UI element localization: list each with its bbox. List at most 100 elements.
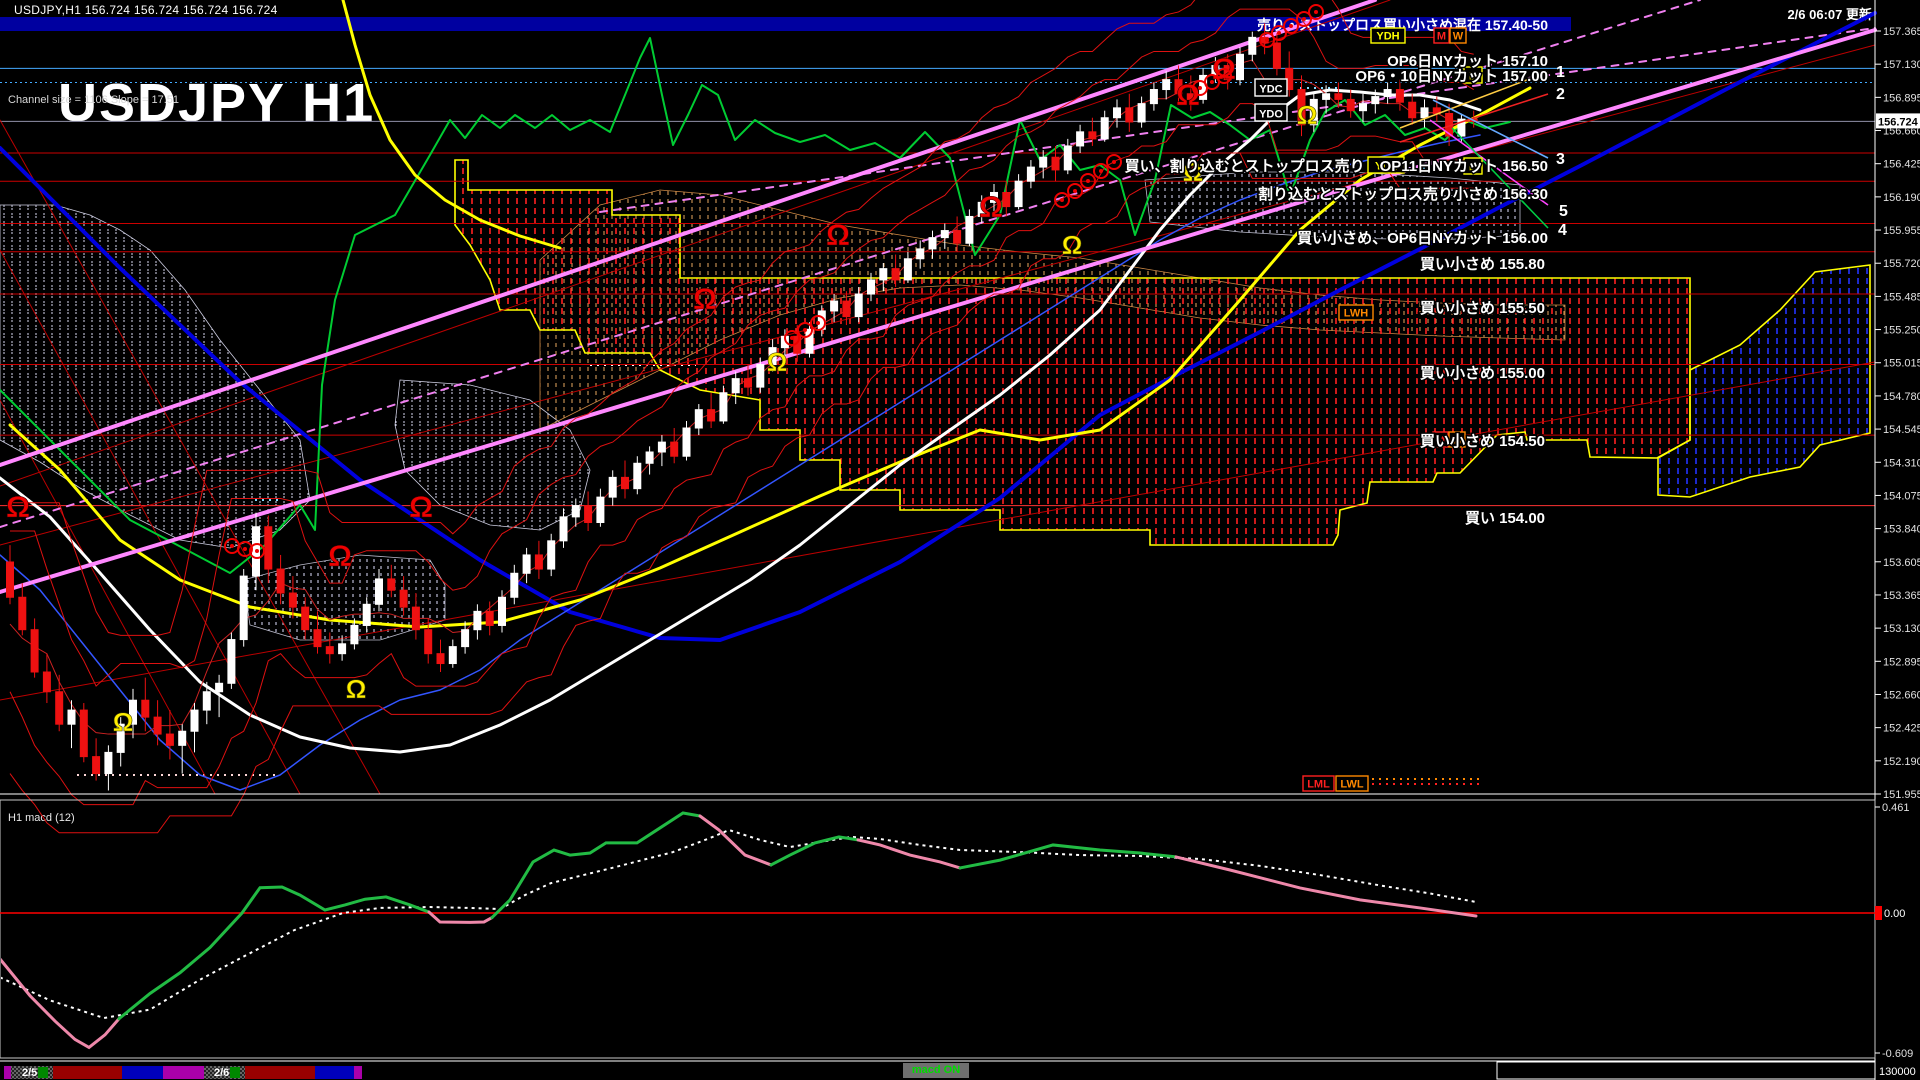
candle [523, 555, 530, 573]
svg-text:LML: LML [1307, 779, 1330, 791]
candle [535, 555, 542, 569]
candle [449, 647, 456, 664]
axis-price-label: 152.425 [1883, 723, 1920, 735]
candle [695, 410, 702, 428]
axis-price-label: 154.075 [1883, 490, 1920, 502]
candle [142, 700, 149, 717]
candle [1372, 97, 1379, 104]
buy-omega-icon: Ω [767, 347, 788, 377]
candle [1396, 90, 1403, 103]
axis-price-label: 155.955 [1883, 225, 1920, 237]
order-annotation: 買い小さめ 155.00 [1420, 365, 1545, 382]
candle [1409, 102, 1416, 118]
candle [1040, 157, 1047, 167]
candle [425, 630, 432, 654]
line-number-label: 1 [1556, 64, 1565, 81]
order-annotation: 買い小さめ 155.50 [1420, 300, 1545, 317]
candle [277, 569, 284, 593]
order-annotation: 買い小さめ 155.80 [1420, 256, 1545, 273]
candle [1335, 94, 1342, 100]
line-number-label: 4 [1558, 222, 1567, 239]
order-annotation: OP6・10日NYカット 157.00 [1355, 68, 1548, 85]
line-number-label: 3 [1556, 151, 1565, 168]
axis-price-label: 151.955 [1883, 789, 1920, 801]
candle [326, 647, 333, 654]
buy-omega-icon: Ω [346, 674, 367, 704]
candle [1015, 181, 1022, 206]
axis-price-label: 156.425 [1883, 159, 1920, 171]
candle [597, 497, 604, 522]
candle [400, 590, 407, 607]
macd-signal-line [0, 830, 1476, 1018]
candle [412, 607, 419, 630]
candle [1003, 192, 1010, 206]
svg-text:YDH: YDH [1376, 31, 1399, 43]
line-number-label: 2 [1556, 86, 1565, 103]
candle [966, 216, 973, 243]
svg-text:LWL: LWL [1340, 779, 1363, 791]
candle [1089, 132, 1096, 139]
candle [843, 301, 850, 317]
candle [1360, 104, 1367, 111]
sell-omega-icon: Ω [826, 219, 850, 252]
svg-text:YDC: YDC [1259, 84, 1282, 96]
svg-text:YDO: YDO [1259, 109, 1283, 121]
candle [43, 672, 50, 692]
session-segment [4, 1066, 11, 1079]
candle [1064, 146, 1071, 170]
candle [560, 517, 567, 541]
axis-price-label: 153.130 [1883, 623, 1920, 635]
sell-omega-icon: Ω [1176, 79, 1200, 112]
candle [1101, 118, 1108, 139]
candle [880, 269, 887, 280]
candle [1052, 157, 1059, 170]
order-annotation: 買い、割り込むとストップロス売り OP11日NYカット 156.50 [1125, 157, 1548, 175]
bottom-timeline-bar[interactable]: 2/52/6 [0, 1061, 1875, 1079]
candle [1163, 80, 1170, 90]
candle [376, 579, 383, 604]
day-separator-label: 2/5 [22, 1067, 37, 1079]
candle [708, 410, 715, 421]
candle [917, 249, 924, 259]
macd-main-line [119, 887, 429, 1019]
session-segment [354, 1066, 362, 1079]
axis-price-label: 155.250 [1883, 325, 1920, 337]
candle [1077, 132, 1084, 146]
candle [1323, 94, 1330, 100]
order-annotation: 買い小さめ、OP6日NYカット 156.00 [1297, 230, 1548, 247]
price-axis[interactable]: 157.365157.130156.895156.660156.425156.1… [0, 0, 1920, 1080]
candle [351, 625, 358, 643]
candle [56, 692, 63, 724]
candle [474, 611, 481, 629]
candle [1273, 43, 1280, 68]
macd-pane[interactable]: 0.461-0.6090.00 [0, 800, 1913, 1060]
candle [19, 597, 26, 629]
candle [671, 442, 678, 456]
sell-omega-icon: Ω [693, 283, 717, 316]
session-segment [53, 1066, 122, 1079]
candle [511, 573, 518, 597]
axis-price-label: 155.485 [1883, 291, 1920, 303]
candle [314, 630, 321, 647]
macd-scale-label: 0.461 [1882, 802, 1910, 814]
sell-omega-icon: Ω [328, 540, 352, 573]
axis-price-label: 156.895 [1883, 92, 1920, 104]
candle [954, 231, 961, 244]
chart-canvas[interactable]: ΩΩΩΩΩΩΩΩΩΩΩΩΩΩ 12354 YDHMWDYDCYDOYDLDLWH… [0, 0, 1920, 1080]
candle [1138, 104, 1145, 122]
order-annotation: 買い小さめ 154.50 [1420, 433, 1545, 450]
svg-text:W: W [1453, 31, 1464, 43]
candle [1421, 108, 1428, 118]
mt4-chart-window: { "app": { "symbol_line": "USDJPY,H1 156… [0, 0, 1920, 1080]
axis-price-label: 153.840 [1883, 524, 1920, 536]
candle [437, 654, 444, 664]
macd-main-line [771, 837, 858, 865]
candle [240, 576, 247, 639]
candle [499, 597, 506, 625]
candle [7, 562, 14, 597]
candle [302, 607, 309, 630]
candle [191, 710, 198, 731]
candle [1114, 108, 1121, 118]
candle [585, 506, 592, 523]
sell-omega-icon: Ω [979, 191, 1003, 224]
